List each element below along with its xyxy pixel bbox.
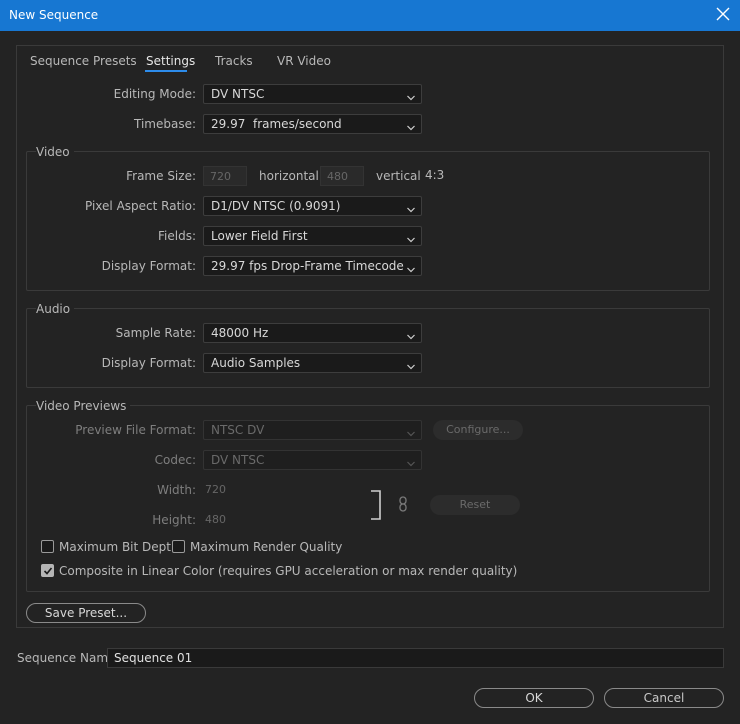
save-preset-button[interactable]: Save Preset... [26,603,146,623]
vertical-label: vertical [376,169,421,183]
preview-height-label: Height: [152,513,196,527]
editing-mode-value: DV NTSC [211,87,265,101]
codec-select: DV NTSC [203,450,422,470]
preview-width-label: Width: [157,483,196,497]
aspect-ratio-text: 4:3 [425,168,445,182]
video-display-format-select[interactable]: 29.97 fps Drop-Frame Timecode [203,256,422,276]
frame-width-field: 720 [203,166,247,186]
close-icon[interactable] [716,7,730,21]
window-title: New Sequence [9,8,99,22]
max-render-quality-checkbox[interactable] [172,540,185,553]
linear-color-label: Composite in Linear Color (requires GPU … [59,564,518,578]
preview-file-format-value: NTSC DV [211,423,265,437]
max-bit-depth-checkbox[interactable] [41,540,54,553]
editing-mode-label: Editing Mode: [113,87,196,101]
sample-rate-label: Sample Rate: [115,326,196,340]
checkmark-icon [43,567,53,575]
tab-sequence-presets[interactable]: Sequence Presets [30,54,137,68]
preview-file-format-label: Preview File Format: [75,423,196,437]
frame-size-label: Frame Size: [126,169,196,183]
chevron-down-icon [407,263,415,273]
video-display-format-label: Display Format: [101,259,196,273]
pixel-aspect-value: D1/DV NTSC (0.9091) [211,199,341,213]
chevron-down-icon [407,203,415,213]
reset-button: Reset [430,495,520,515]
sequence-name-label: Sequence Name: [17,651,120,665]
tab-settings[interactable]: Settings [146,54,195,68]
fields-select[interactable]: Lower Field First [203,226,422,246]
horizontal-label: horizontal [259,169,319,183]
audio-display-format-value: Audio Samples [211,356,301,370]
audio-group [26,308,710,388]
fields-value: Lower Field First [211,229,308,243]
video-group-label: Video [36,145,74,159]
editing-mode-select[interactable]: DV NTSC [203,84,422,104]
sample-rate-select[interactable]: 48000 Hz [203,323,422,343]
audio-group-label: Audio [36,302,75,316]
frame-height-field: 480 [320,166,364,186]
fields-label: Fields: [158,229,196,243]
audio-display-format-select[interactable]: Audio Samples [203,353,422,373]
pixel-aspect-label: Pixel Aspect Ratio: [85,199,196,213]
chevron-down-icon [407,360,415,370]
chevron-down-icon [407,91,415,101]
video-display-format-value: 29.97 fps Drop-Frame Timecode [211,259,404,273]
chevron-down-icon [407,233,415,243]
preview-file-format-select: NTSC DV [203,420,422,440]
timebase-label: Timebase: [133,117,196,131]
timebase-value: 29.97 frames/second [211,117,342,131]
tab-tracks[interactable]: Tracks [215,54,253,68]
sample-rate-value: 48000 Hz [211,326,269,340]
link-icon[interactable] [398,496,408,515]
max-bit-depth-label: Maximum Bit Depth [59,540,179,554]
title-bar: New Sequence [0,0,740,31]
configure-button: Configure... [433,420,523,440]
timebase-select[interactable]: 29.97 frames/second [203,114,422,134]
codec-label: Codec: [154,453,196,467]
ok-button[interactable]: OK [474,688,594,708]
preview-width-value: 720 [205,483,226,496]
link-bracket-icon [370,490,382,523]
chevron-down-icon [407,330,415,340]
chevron-down-icon [407,427,415,437]
audio-display-format-label: Display Format: [101,356,196,370]
codec-value: DV NTSC [211,453,265,467]
chevron-down-icon [407,457,415,467]
pixel-aspect-select[interactable]: D1/DV NTSC (0.9091) [203,196,422,216]
tab-vr-video[interactable]: VR Video [277,54,331,68]
preview-height-value: 480 [205,513,226,526]
sequence-name-input[interactable]: Sequence 01 [107,648,724,668]
active-tab-indicator [145,70,187,72]
cancel-button[interactable]: Cancel [604,688,724,708]
chevron-down-icon [407,121,415,131]
max-render-quality-label: Maximum Render Quality [190,540,343,554]
linear-color-checkbox[interactable] [41,564,54,577]
video-previews-group-label: Video Previews [36,399,131,413]
